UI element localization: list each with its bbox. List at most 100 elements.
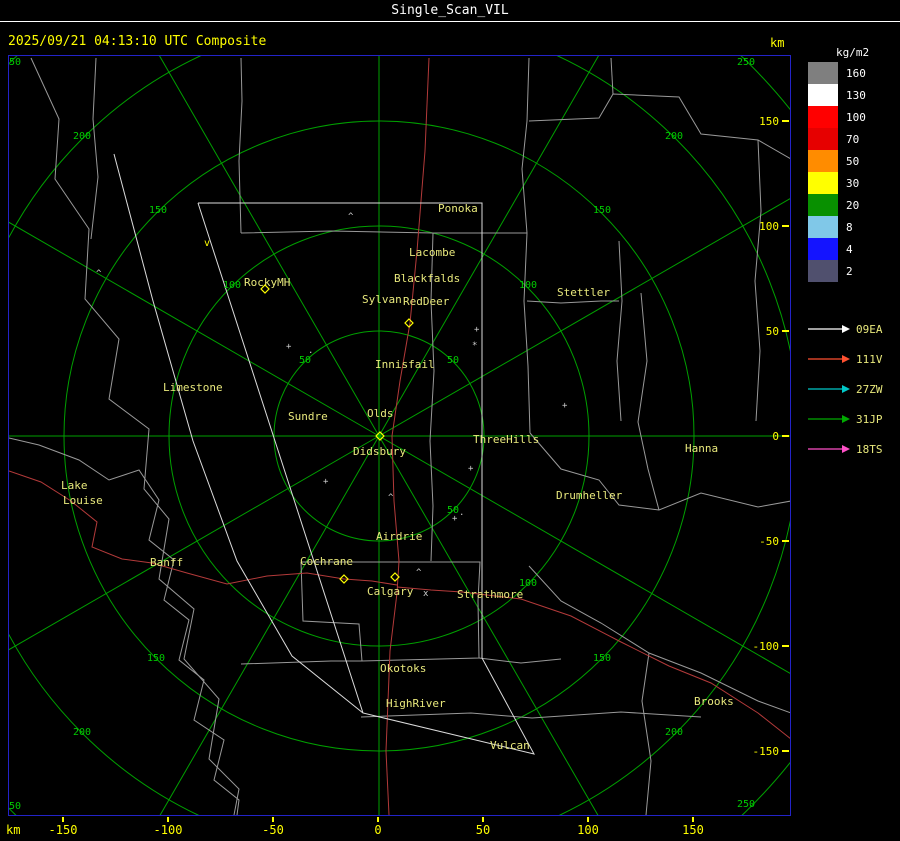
radar-site-id: 18TS	[856, 442, 883, 456]
range-ring-label: 150	[593, 205, 611, 216]
colorbar-value: 2	[846, 264, 853, 278]
county-boundary	[616, 240, 623, 422]
colorbar-unit: kg/m2	[836, 46, 870, 59]
city-label: Louise	[63, 494, 103, 507]
colorbar-entry: 50	[808, 150, 880, 172]
radar-site-legend: 09EA 111V 27ZW 31JP 18TS	[806, 314, 883, 464]
town-mark: ^	[348, 212, 354, 222]
colorbar-swatch	[808, 260, 838, 282]
town-mark: ^	[388, 493, 394, 503]
colorbar-value: 50	[846, 154, 860, 168]
city-label: Calgary	[367, 585, 414, 598]
city-label: Lake	[61, 479, 88, 492]
radar-site-id: 27ZW	[856, 382, 883, 396]
radar-site-arrow-icon	[808, 445, 850, 453]
county-boundary	[238, 57, 243, 234]
colorbar-entry: 2	[808, 260, 880, 282]
range-ring-label: 250	[737, 799, 755, 810]
radar-coverage-outline	[113, 153, 364, 714]
radar-viewer-window: { "title": "Single_Scan_VIL", "header": …	[0, 0, 900, 841]
county-boundary	[478, 657, 562, 664]
range-ring-label: 100	[223, 280, 241, 291]
town-mark: +	[323, 477, 329, 487]
city-label: Lacombe	[409, 246, 455, 259]
range-ring-label: 250	[737, 57, 755, 68]
colorbar-entry: 100	[808, 106, 880, 128]
city-label: ThreeHills	[473, 433, 539, 446]
county-boundary	[641, 652, 652, 815]
city-label: Olds	[367, 407, 394, 420]
range-ring-label: 150	[147, 653, 165, 664]
radar-site-arrow-icon	[808, 385, 850, 393]
bottom-axis-tick	[167, 817, 169, 822]
colorbar-entry: 30	[808, 172, 880, 194]
range-ring-label: 50	[447, 355, 459, 366]
colorbar-swatch	[808, 106, 838, 128]
radar-map-canvas: 250 200 150 100 50 50 100 150 200 250 150 200 250 50 1…	[9, 56, 790, 815]
bottom-axis-tick	[62, 817, 64, 822]
bottom-axis-label: 100	[577, 823, 599, 837]
colorbar-swatch	[808, 62, 838, 84]
town-mark: +	[286, 342, 292, 352]
range-ring-label: 200	[73, 131, 91, 142]
radar-site-entry: 31JP	[806, 404, 883, 434]
radar-map: 250 200 150 100 50 50 100 150 200 250 150 200 250 50 1…	[8, 55, 791, 816]
colorbar-swatch	[808, 150, 838, 172]
colorbar-entry: 20	[808, 194, 880, 216]
bottom-axis-unit: km	[6, 823, 21, 837]
radar-site-arrow-icon	[808, 355, 850, 363]
colorbar-entry: 8	[808, 216, 880, 238]
radar-site-arrow-icon	[808, 415, 850, 423]
colorbar-swatch	[808, 128, 838, 150]
colorbar-entry: 4	[808, 238, 880, 260]
town-mark: ^	[416, 568, 422, 578]
colorbar-swatch	[808, 84, 838, 106]
bottom-axis-label: 0	[374, 823, 382, 837]
city-label: Didsbury	[353, 445, 406, 458]
bottom-axis-label: 150	[682, 823, 704, 837]
county-boundary	[528, 93, 790, 160]
bottom-axis-tick	[587, 817, 589, 822]
azimuth-spoke	[159, 56, 380, 437]
city-label: Limestone	[163, 381, 223, 394]
title-separator	[0, 21, 900, 22]
radar-site-id: 31JP	[856, 412, 883, 426]
radar-site-entry: 111V	[806, 344, 883, 374]
town-mark: +	[474, 325, 480, 335]
colorbar-swatch	[808, 238, 838, 260]
radar-site-arrow-icon	[808, 325, 850, 333]
colorbar-swatch	[808, 216, 838, 238]
town-mark: +	[562, 401, 568, 411]
window-title: Single_Scan_VIL	[0, 3, 900, 18]
colorbar-entry: 130	[808, 84, 880, 106]
right-axis-label: 100	[759, 220, 779, 233]
city-label: Airdrie	[376, 530, 422, 543]
radar-site-entry: 09EA	[806, 314, 883, 344]
colorbar-swatch	[808, 172, 838, 194]
radar-site-id: 111V	[856, 352, 883, 366]
county-boundary	[637, 292, 660, 511]
colorbar-value: 100	[846, 110, 866, 124]
bottom-axis-tick	[482, 817, 484, 822]
county-boundary	[90, 57, 99, 240]
colorbar-entry: 70	[808, 128, 880, 150]
range-ring-label: 200	[665, 727, 683, 738]
range-ring-label: 50	[299, 355, 311, 366]
city-label: Blackfalds	[394, 272, 460, 285]
radar-site-entry: 27ZW	[806, 374, 883, 404]
bottom-axis-tick	[692, 817, 694, 822]
city-label: Vulcan	[490, 739, 530, 752]
city-label: HighRiver	[386, 697, 446, 710]
right-axis-label: -150	[753, 745, 780, 758]
colorbar-value: 130	[846, 88, 866, 102]
range-ring-label: 200	[665, 131, 683, 142]
right-axis-unit: km	[770, 36, 785, 50]
colorbar-value: 70	[846, 132, 860, 146]
bottom-axis-tick	[272, 817, 274, 822]
colorbar-value: 30	[846, 176, 860, 190]
colorbar-swatch	[808, 194, 838, 216]
city-label: Sylvan	[362, 293, 402, 306]
city-label: RedDeer	[403, 295, 450, 308]
window-title-text: Single_Scan_VIL	[391, 3, 509, 18]
bottom-axis-tick	[377, 817, 379, 822]
